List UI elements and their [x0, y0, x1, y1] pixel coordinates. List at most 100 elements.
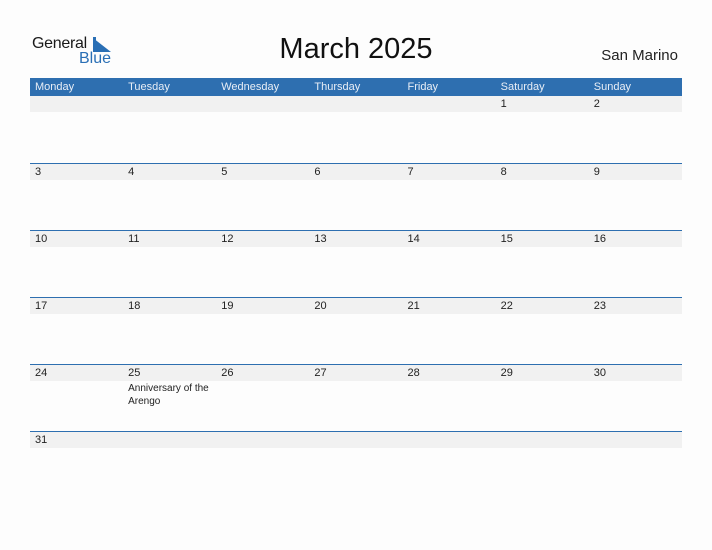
week-cells: 10 11 12 13 14 15 16 [30, 231, 682, 247]
day-number: 4 [128, 166, 135, 178]
day-cell: 16 [589, 231, 682, 247]
day-number: 28 [407, 367, 420, 379]
day-cell [30, 96, 123, 112]
day-number: 2 [593, 98, 600, 110]
day-cell: 15 [496, 231, 589, 247]
day-number: 6 [314, 166, 321, 178]
day-cell: 26 [216, 365, 309, 408]
day-number [128, 432, 216, 448]
day-cell [309, 96, 402, 112]
day-cell: 20 [309, 298, 402, 314]
day-number: 23 [593, 300, 606, 312]
day-number: 9 [593, 166, 600, 178]
day-number: 1 [500, 98, 507, 110]
day-cell: 6 [309, 164, 402, 180]
day-number [314, 432, 402, 448]
day-cell: 31 [30, 432, 123, 448]
day-number: 8 [500, 166, 507, 178]
day-number: 20 [314, 300, 327, 312]
day-number: 10 [35, 233, 48, 245]
day-number: 3 [35, 166, 42, 178]
day-number: 29 [500, 367, 513, 379]
day-cell: 21 [403, 298, 496, 314]
holiday-event: Anniversary of the Arengo [128, 383, 209, 407]
day-cell [496, 432, 589, 448]
week-cells: 31 [30, 432, 682, 448]
day-number: 22 [500, 300, 513, 312]
day-cell: 22 [496, 298, 589, 314]
day-cell: 1 [496, 96, 589, 112]
day-cell: 12 [216, 231, 309, 247]
day-cell: 11 [123, 231, 216, 247]
day-cell: 14 [403, 231, 496, 247]
day-cell: 18 [123, 298, 216, 314]
weekday-header: Monday Tuesday Wednesday Thursday Friday Satu… [30, 78, 682, 96]
country-label: San Marino [601, 47, 678, 64]
day-cell: 5 [216, 164, 309, 180]
day-number: 15 [500, 233, 513, 245]
day-cell: 17 [30, 298, 123, 314]
day-cell [123, 96, 216, 112]
day-cell: 13 [309, 231, 402, 247]
day-cell: 9 [589, 164, 682, 180]
day-number: 26 [221, 367, 234, 379]
day-number: 17 [35, 300, 48, 312]
calendar-grid: Monday Tuesday Wednesday Thursday Friday Satu… [30, 78, 682, 498]
day-cell: 25 Anniversary of the Arengo [123, 365, 216, 408]
week-cells: 24 25 Anniversary of the Arengo 26 27 28 29 30 [30, 365, 682, 408]
day-cell: 28 [403, 365, 496, 408]
day-number: 30 [593, 367, 606, 379]
day-cell [589, 432, 682, 448]
week-cells: 3 4 5 6 7 8 9 [30, 164, 682, 180]
day-cell [216, 96, 309, 112]
week-row: 24 25 Anniversary of the Arengo 26 27 28 29 30 [30, 364, 682, 431]
day-cell: 19 [216, 298, 309, 314]
day-number: 11 [128, 233, 140, 245]
week-cells: 17 18 19 20 21 22 23 [30, 298, 682, 314]
day-cell: 24 [30, 365, 123, 408]
weeks-container: 1 2 3 4 5 6 7 8 9 10 11 12 13 14 15 16 17 18 19 20 21 22 23 24 2… [30, 96, 682, 498]
day-number [221, 96, 309, 112]
day-number: 27 [314, 367, 327, 379]
day-cell: 2 [589, 96, 682, 112]
week-row: 10 11 12 13 14 15 16 [30, 230, 682, 297]
day-number [128, 96, 216, 112]
day-number: 21 [407, 300, 420, 312]
week-row: 12 [30, 96, 682, 163]
day-number: 12 [221, 233, 234, 245]
week-row: 3 4 5 6 7 8 9 [30, 163, 682, 230]
weekday-tuesday: Tuesday [128, 81, 170, 93]
day-cell [216, 432, 309, 448]
day-number: 7 [407, 166, 414, 178]
day-number: 5 [221, 166, 228, 178]
day-number [594, 432, 682, 448]
weekday-monday: Monday [35, 81, 75, 93]
day-cell: 7 [403, 164, 496, 180]
weekday-wednesday: Wednesday [221, 81, 280, 93]
day-number: 31 [35, 434, 48, 446]
day-cell: 29 [496, 365, 589, 408]
day-cell: 8 [496, 164, 589, 180]
day-number: 16 [593, 233, 606, 245]
week-row: 31 [30, 431, 682, 498]
day-number [408, 96, 496, 112]
week-cells: 12 [30, 96, 682, 112]
day-number: 19 [221, 300, 234, 312]
day-number [35, 96, 123, 112]
day-cell: 30 [589, 365, 682, 408]
day-number [314, 96, 402, 112]
day-cell: 27 [309, 365, 402, 408]
day-cell: 3 [30, 164, 123, 180]
day-number: 18 [128, 300, 141, 312]
day-number [408, 432, 496, 448]
day-number: 14 [407, 233, 420, 245]
day-number [501, 432, 589, 448]
day-cell [403, 96, 496, 112]
day-cell: 10 [30, 231, 123, 247]
day-cell [309, 432, 402, 448]
weekday-thursday: Thursday [314, 81, 361, 93]
weekday-friday: Friday [407, 81, 439, 93]
day-cell [403, 432, 496, 448]
day-cell [123, 432, 216, 448]
day-number [221, 432, 309, 448]
